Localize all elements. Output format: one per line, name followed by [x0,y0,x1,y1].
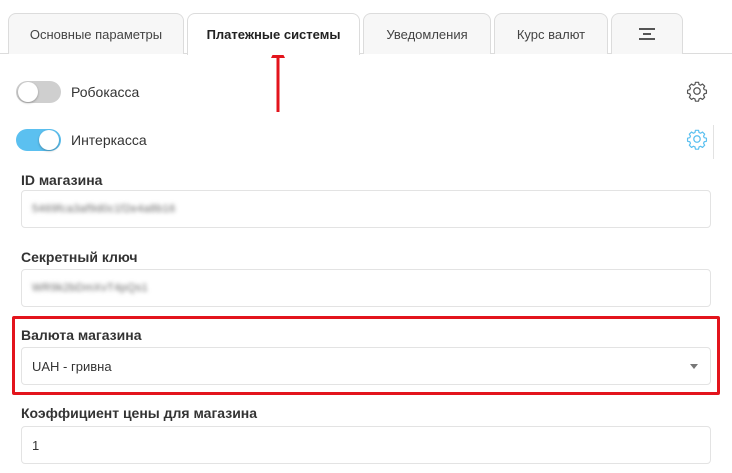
robokassa-row: Робокасса [16,79,139,105]
shop-id-label: ID магазина [21,172,103,188]
interkassa-settings-gear-icon[interactable] [686,128,708,150]
robokassa-toggle[interactable] [16,81,61,103]
price-coef-input[interactable]: 1 [21,426,711,464]
shop-id-value: 5469fca3af9d0c1f2e4a8b16 [32,203,176,215]
robokassa-label: Робокасса [71,84,140,100]
interkassa-toggle[interactable] [16,129,61,151]
tab-extra[interactable] [611,13,683,54]
secret-key-label: Секретный ключ [21,249,138,265]
shop-id-input[interactable]: 5469fca3af9d0c1f2e4a8b16 [21,190,711,228]
settings-panel-edge [713,125,714,159]
interkassa-label: Интеркасса [71,132,147,148]
chevron-down-icon [690,364,698,369]
tab-main-settings[interactable]: Основные параметры [8,13,184,54]
interkassa-row: Интеркасса [16,127,147,153]
currency-value: UAH - гривна [32,358,112,374]
tab-notifications[interactable]: Уведомления [363,13,491,54]
align-lines-icon [639,28,655,40]
tab-payment-systems[interactable]: Платежные системы [187,13,360,55]
currency-label: Валюта магазина [21,327,142,343]
toggle-knob [18,82,38,102]
secret-key-input[interactable]: WR9k2bDmXvT4pQs1 [21,269,711,307]
price-coef-value: 1 [32,437,40,453]
secret-key-value: WR9k2bDmXvT4pQs1 [32,282,149,294]
robokassa-settings-gear-icon[interactable] [686,80,708,102]
price-coef-label: Коэффициент цены для магазина [21,405,258,421]
currency-select[interactable]: UAH - гривна [21,347,711,385]
tab-bar: Основные параметры Платежные системы Уве… [0,0,732,55]
tab-currency-rates[interactable]: Курс валют [494,13,608,54]
toggle-knob [39,130,59,150]
